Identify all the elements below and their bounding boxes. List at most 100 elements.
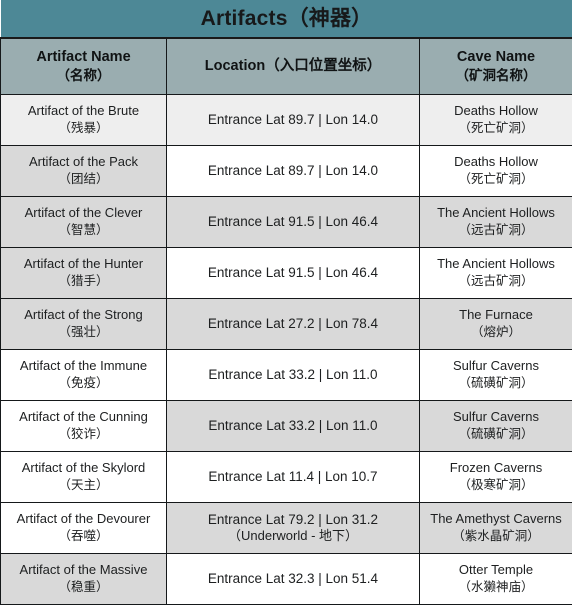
cell-artifact-name: Artifact of the Brute（残暴） xyxy=(1,95,167,146)
column-header-cave-name-zh: （矿洞名称） xyxy=(424,67,568,85)
column-header-artifact-name-en: Artifact Name xyxy=(5,48,162,67)
cell-location-en: Entrance Lat 33.2 | Lon 11.0 xyxy=(172,417,414,435)
cell-cave-name: Otter Temple（水獭神庙） xyxy=(420,554,572,605)
cell-artifact-name-zh: （智慧） xyxy=(6,222,161,238)
table-row: Artifact of the Hunter（猎手） Entrance Lat 9… xyxy=(1,248,572,299)
cell-artifact-name-en: Artifact of the Hunter xyxy=(6,256,161,273)
cell-cave-name-zh: （远古矿洞） xyxy=(425,273,567,289)
cell-cave-name: The Ancient Hollows（远古矿洞） xyxy=(420,248,572,299)
cell-cave-name-en: Otter Temple xyxy=(425,562,567,579)
cell-location: Entrance Lat 11.4 | Lon 10.7 xyxy=(167,452,420,503)
cell-artifact-name-zh: （狡诈） xyxy=(6,426,161,442)
cell-location: Entrance Lat 32.3 | Lon 51.4 xyxy=(167,554,420,605)
cell-cave-name-zh: （死亡矿洞） xyxy=(425,171,567,187)
cell-artifact-name: Artifact of the Strong（强壮） xyxy=(1,299,167,350)
cell-location-en: Entrance Lat 91.5 | Lon 46.4 xyxy=(172,264,414,282)
cell-cave-name-zh: （水獭神庙） xyxy=(425,579,567,595)
cell-cave-name: The Furnace（熔炉） xyxy=(420,299,572,350)
table-row: Artifact of the Brute（残暴） Entrance Lat 89… xyxy=(1,95,572,146)
cell-cave-name: Frozen Caverns（极寒矿洞） xyxy=(420,452,572,503)
cell-cave-name-en: Frozen Caverns xyxy=(425,460,567,477)
cell-artifact-name-en: Artifact of the Skylord xyxy=(6,460,161,477)
cell-cave-name-en: Deaths Hollow xyxy=(425,154,567,171)
cell-cave-name: The Amethyst Caverns（紫水晶矿洞） xyxy=(420,503,572,554)
cell-location-en: Entrance Lat 79.2 | Lon 31.2 xyxy=(172,511,414,529)
cell-location-en: Entrance Lat 89.7 | Lon 14.0 xyxy=(172,162,414,180)
cell-cave-name-zh: （极寒矿洞） xyxy=(425,477,567,493)
cell-artifact-name-en: Artifact of the Massive xyxy=(6,562,161,579)
cell-artifact-name-zh: （团结） xyxy=(6,171,161,187)
cell-location-en: Entrance Lat 32.3 | Lon 51.4 xyxy=(172,570,414,588)
column-header-row: Artifact Name （名称） Location（入口位置坐标） Cave… xyxy=(1,38,572,95)
cell-artifact-name-zh: （稳重） xyxy=(6,579,161,595)
table-row: Artifact of the Clever（智慧） Entrance Lat 9… xyxy=(1,197,572,248)
table-row: Artifact of the Devourer（吞噬）Entrance Lat… xyxy=(1,503,572,554)
cell-cave-name-zh: （熔炉） xyxy=(425,324,567,340)
cell-location-en: Entrance Lat 91.5 | Lon 46.4 xyxy=(172,213,414,231)
title-row: Artifacts（神器） xyxy=(1,0,572,38)
cell-cave-name-en: Sulfur Caverns xyxy=(425,358,567,375)
page-title-text: Artifacts（神器） xyxy=(1,1,572,36)
cell-location: Entrance Lat 91.5 | Lon 46.4 xyxy=(167,197,420,248)
cell-location-en: Entrance Lat 27.2 | Lon 78.4 xyxy=(172,315,414,333)
column-header-cave-name: Cave Name （矿洞名称） xyxy=(420,38,572,95)
cell-cave-name: Sulfur Caverns（硫磺矿洞） xyxy=(420,350,572,401)
cell-artifact-name-zh: （免疫） xyxy=(6,375,161,391)
cell-cave-name-zh: （硫磺矿洞） xyxy=(425,375,567,391)
column-header-artifact-name: Artifact Name （名称） xyxy=(1,38,167,95)
cell-cave-name-en: The Ancient Hollows xyxy=(425,256,567,273)
cell-artifact-name: Artifact of the Hunter（猎手） xyxy=(1,248,167,299)
cell-artifact-name-en: Artifact of the Devourer xyxy=(6,511,161,528)
cell-artifact-name-en: Artifact of the Clever xyxy=(6,205,161,222)
cell-artifact-name-en: Artifact of the Cunning xyxy=(6,409,161,426)
cell-cave-name-en: The Furnace xyxy=(425,307,567,324)
table-row: Artifact of the Skylord（天主） Entrance Lat … xyxy=(1,452,572,503)
cell-artifact-name: Artifact of the Pack（团结） xyxy=(1,146,167,197)
cell-cave-name: Sulfur Caverns（硫磺矿洞） xyxy=(420,401,572,452)
cell-cave-name-zh: （死亡矿洞） xyxy=(425,120,567,136)
cell-cave-name-zh: （硫磺矿洞） xyxy=(425,426,567,442)
cell-location: Entrance Lat 89.7 | Lon 14.0 xyxy=(167,95,420,146)
cell-location: Entrance Lat 33.2 | Lon 11.0 xyxy=(167,350,420,401)
cell-cave-name-en: Deaths Hollow xyxy=(425,103,567,120)
cell-location: Entrance Lat 27.2 | Lon 78.4 xyxy=(167,299,420,350)
cell-cave-name: Deaths Hollow（死亡矿洞） xyxy=(420,146,572,197)
cell-location: Entrance Lat 33.2 | Lon 11.0 xyxy=(167,401,420,452)
cell-cave-name-en: Sulfur Caverns xyxy=(425,409,567,426)
column-header-location: Location（入口位置坐标） xyxy=(167,38,420,95)
cell-artifact-name-zh: （残暴） xyxy=(6,120,161,136)
cell-artifact-name: Artifact of the Immune（免疫） xyxy=(1,350,167,401)
table-row: Artifact of the Pack（团结） Entrance Lat 89.… xyxy=(1,146,572,197)
column-header-location-en: Location（入口位置坐标） xyxy=(171,57,415,76)
cell-cave-name-en: The Amethyst Caverns xyxy=(425,511,567,528)
cell-artifact-name: Artifact of the Devourer（吞噬） xyxy=(1,503,167,554)
column-header-cave-name-en: Cave Name xyxy=(424,48,568,67)
column-header-artifact-name-zh: （名称） xyxy=(5,67,162,85)
page-title: Artifacts（神器） xyxy=(1,0,572,38)
cell-artifact-name: Artifact of the Skylord（天主） xyxy=(1,452,167,503)
table-row: Artifact of the Massive（稳重） Entrance Lat … xyxy=(1,554,572,605)
cell-location: Entrance Lat 89.7 | Lon 14.0 xyxy=(167,146,420,197)
cell-location-en: Entrance Lat 11.4 | Lon 10.7 xyxy=(172,468,414,486)
cell-cave-name-en: The Ancient Hollows xyxy=(425,205,567,222)
cell-artifact-name: Artifact of the Massive（稳重） xyxy=(1,554,167,605)
cell-location-en: Entrance Lat 89.7 | Lon 14.0 xyxy=(172,111,414,129)
table-row: Artifact of the Strong（强壮） Entrance Lat 2… xyxy=(1,299,572,350)
cell-artifact-name-zh: （猎手） xyxy=(6,273,161,289)
cell-location-en: Entrance Lat 33.2 | Lon 11.0 xyxy=(172,366,414,384)
table-body: Artifact of the Brute（残暴） Entrance Lat 89… xyxy=(1,95,572,605)
cell-cave-name-zh: （远古矿洞） xyxy=(425,222,567,238)
cell-artifact-name: Artifact of the Clever（智慧） xyxy=(1,197,167,248)
cell-artifact-name-zh: （强壮） xyxy=(6,324,161,340)
cell-artifact-name: Artifact of the Cunning（狡诈） xyxy=(1,401,167,452)
table-row: Artifact of the Immune（免疫） Entrance Lat 3… xyxy=(1,350,572,401)
table-row: Artifact of the Cunning（狡诈） Entrance Lat … xyxy=(1,401,572,452)
cell-artifact-name-zh: （天主） xyxy=(6,477,161,493)
cell-artifact-name-en: Artifact of the Strong xyxy=(6,307,161,324)
cell-cave-name: The Ancient Hollows（远古矿洞） xyxy=(420,197,572,248)
cell-artifact-name-en: Artifact of the Pack xyxy=(6,154,161,171)
cell-location: Entrance Lat 79.2 | Lon 31.2（Underworld … xyxy=(167,503,420,554)
cell-location: Entrance Lat 91.5 | Lon 46.4 xyxy=(167,248,420,299)
cell-artifact-name-en: Artifact of the Brute xyxy=(6,103,161,120)
cell-artifact-name-en: Artifact of the Immune xyxy=(6,358,161,375)
